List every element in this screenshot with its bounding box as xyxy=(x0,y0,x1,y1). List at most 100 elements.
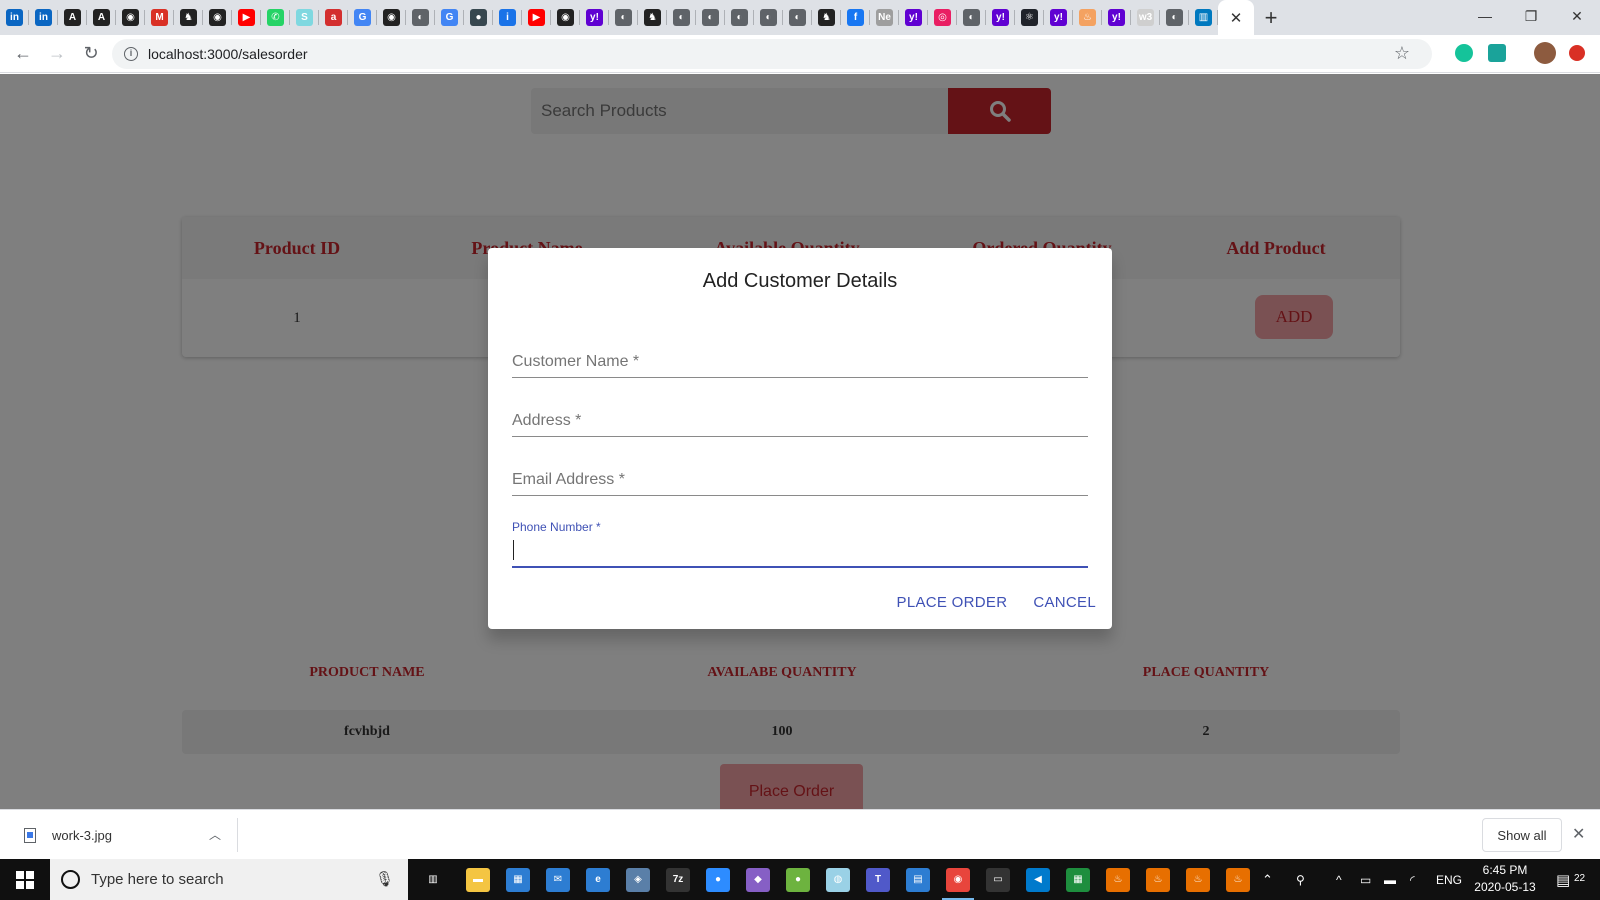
browser-tab[interactable]: ◐ xyxy=(609,0,638,35)
start-button[interactable] xyxy=(0,859,50,900)
show-all-button[interactable]: Show all xyxy=(1482,818,1562,852)
edge-icon[interactable]: e xyxy=(586,868,610,892)
back-arrow-icon[interactable]: ← xyxy=(6,37,40,71)
7zip-icon[interactable]: 7z xyxy=(666,868,690,892)
browser-tab[interactable]: ♞ xyxy=(174,0,203,35)
screenshot-extension-icon[interactable] xyxy=(1488,44,1506,62)
place-order-button[interactable]: PLACE ORDER xyxy=(897,594,1008,611)
browser-tab[interactable]: A xyxy=(87,0,116,35)
browser-tab[interactable]: in xyxy=(0,0,29,35)
browser-tab[interactable]: ● xyxy=(464,0,493,35)
battery-icon[interactable]: ▬ xyxy=(1384,859,1396,900)
clock[interactable]: 6:45 PM 2020-05-13 xyxy=(1470,862,1540,896)
browser-tab[interactable]: ♨ xyxy=(1073,0,1102,35)
browser-tab[interactable]: ▥ xyxy=(1189,0,1218,35)
visual-studio-icon[interactable]: ◆ xyxy=(746,868,770,892)
email-field[interactable]: Email Address * xyxy=(512,462,1088,496)
task-view-icon[interactable]: ▥ xyxy=(421,868,445,892)
bookmark-star-icon[interactable]: ☆ xyxy=(1394,43,1410,64)
browser-tab[interactable]: A xyxy=(58,0,87,35)
restore-icon[interactable]: ❐ xyxy=(1508,0,1554,32)
browser-tab[interactable]: ◐ xyxy=(783,0,812,35)
browser-tab[interactable]: G xyxy=(435,0,464,35)
browser-tab[interactable]: ✆ xyxy=(261,0,290,35)
minimize-icon[interactable]: — xyxy=(1462,0,1508,32)
browser-tab[interactable]: ◐ xyxy=(957,0,986,35)
site-info-icon[interactable]: i xyxy=(124,47,138,61)
browser-tab[interactable]: ♞ xyxy=(812,0,841,35)
people-icon[interactable]: ⚲ xyxy=(1296,859,1305,900)
taskbar-search-box[interactable]: Type here to search 🎙︎ xyxy=(50,859,408,900)
browser-tab[interactable]: y! xyxy=(1044,0,1073,35)
spring-icon[interactable]: ● xyxy=(786,868,810,892)
browser-tab[interactable]: f xyxy=(841,0,870,35)
browser-tab[interactable]: in xyxy=(29,0,58,35)
docs-icon[interactable]: ▤ xyxy=(906,868,930,892)
zoom-icon[interactable]: ● xyxy=(706,868,730,892)
mail-icon[interactable]: ✉ xyxy=(546,868,570,892)
browser-tab[interactable]: y! xyxy=(580,0,609,35)
chrome-icon[interactable]: ◉ xyxy=(946,868,970,892)
vscode-icon[interactable]: ◀ xyxy=(1026,868,1050,892)
browser-tab[interactable]: ◐ xyxy=(667,0,696,35)
browser-tab[interactable]: ◉ xyxy=(551,0,580,35)
wifi-icon[interactable]: ◜ xyxy=(1410,859,1415,900)
browser-tab[interactable]: ◐ xyxy=(754,0,783,35)
close-window-icon[interactable]: ✕ xyxy=(1554,0,1600,32)
browser-tab[interactable]: ◐ xyxy=(406,0,435,35)
language-indicator[interactable]: ENG xyxy=(1436,859,1462,900)
notifications-icon[interactable]: ▤ xyxy=(1556,859,1570,900)
browser-tab[interactable]: w3 xyxy=(1131,0,1160,35)
browser-tab[interactable]: ▶ xyxy=(232,0,261,35)
microphone-icon[interactable]: 🎙︎ xyxy=(375,870,394,888)
file-explorer-icon[interactable]: ▬ xyxy=(466,868,490,892)
battery-warning-icon[interactable]: ▭ xyxy=(1360,859,1371,900)
java-icon[interactable]: ♨ xyxy=(1186,868,1210,892)
browser-tab[interactable]: y! xyxy=(1102,0,1131,35)
browser-tab[interactable]: ◉ xyxy=(377,0,406,35)
phone-number-field[interactable]: Phone Number * xyxy=(512,520,1088,568)
close-tab-icon[interactable]: ✕ xyxy=(1230,9,1243,27)
grammarly-extension-icon[interactable] xyxy=(1455,44,1473,62)
sheets-icon[interactable]: ▦ xyxy=(1066,868,1090,892)
chevron-up-icon[interactable]: ⌃ xyxy=(1262,859,1273,900)
app-icon[interactable]: ◈ xyxy=(626,868,650,892)
browser-tab[interactable]: ♞ xyxy=(638,0,667,35)
browser-tab[interactable]: y! xyxy=(986,0,1015,35)
teams-icon[interactable]: T xyxy=(866,868,890,892)
address-field[interactable]: Address * xyxy=(512,403,1088,437)
terminal-icon[interactable]: ▭ xyxy=(986,868,1010,892)
browser-tab[interactable]: S xyxy=(290,0,319,35)
address-bar[interactable]: i localhost:3000/salesorder ☆ xyxy=(112,39,1432,69)
active-tab[interactable]: ✕ xyxy=(1218,0,1254,35)
browser-tab[interactable]: ▶ xyxy=(522,0,551,35)
store-icon[interactable]: ▦ xyxy=(506,868,530,892)
browser-tab[interactable]: M xyxy=(145,0,174,35)
browser-tab[interactable]: ⚛ xyxy=(1015,0,1044,35)
new-tab-button[interactable]: + xyxy=(1254,0,1288,35)
url-text[interactable]: localhost:3000/salesorder xyxy=(148,46,308,62)
cancel-button[interactable]: CANCEL xyxy=(1033,594,1096,611)
browser-tab[interactable]: ◐ xyxy=(1160,0,1189,35)
browser-tab[interactable]: y! xyxy=(899,0,928,35)
java-icon[interactable]: ♨ xyxy=(1146,868,1170,892)
chevron-up-icon[interactable]: ︿ xyxy=(209,826,221,843)
customer-name-field[interactable]: Customer Name * xyxy=(512,344,1088,378)
browser-tab[interactable]: ◐ xyxy=(696,0,725,35)
reload-icon[interactable]: ↻ xyxy=(74,37,108,71)
browser-tab[interactable]: ◎ xyxy=(928,0,957,35)
browser-tab[interactable]: ◐ xyxy=(725,0,754,35)
update-icon[interactable] xyxy=(1569,45,1585,61)
browser-tab[interactable]: ◉ xyxy=(116,0,145,35)
browser-tab[interactable]: a xyxy=(319,0,348,35)
forward-arrow-icon[interactable]: → xyxy=(40,37,74,71)
paint-icon[interactable]: ◍ xyxy=(826,868,850,892)
show-hidden-icons-icon[interactable]: ^ xyxy=(1336,859,1342,900)
download-item[interactable]: work-3.jpg ︿ xyxy=(16,818,238,852)
java-icon[interactable]: ♨ xyxy=(1226,868,1250,892)
browser-tab[interactable]: i xyxy=(493,0,522,35)
profile-avatar[interactable] xyxy=(1534,42,1556,64)
browser-tab[interactable]: G xyxy=(348,0,377,35)
browser-tab[interactable]: Ne xyxy=(870,0,899,35)
browser-tab[interactable]: ◉ xyxy=(203,0,232,35)
